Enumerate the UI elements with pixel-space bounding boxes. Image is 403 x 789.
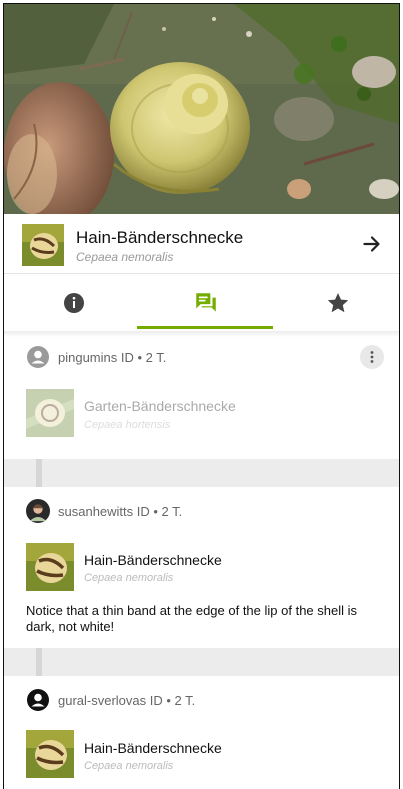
identification-thumbnail[interactable] — [26, 389, 74, 437]
identification-scientific-name: Cepaea hortensis — [84, 419, 171, 431]
more-vertical-icon — [370, 351, 374, 363]
person-circle-icon[interactable] — [26, 345, 50, 369]
activity-item-meta: gural-sverlovas ID • 2 T. — [4, 685, 195, 715]
activity-divider — [4, 459, 399, 487]
tab-info[interactable] — [8, 275, 140, 331]
active-tab-indicator — [137, 326, 273, 329]
activity-user-meta[interactable]: pingumins ID • 2 T. — [58, 350, 166, 365]
activity-divider — [4, 648, 399, 676]
identification-scientific-name: Cepaea nemoralis — [84, 572, 174, 584]
identification-scientific-name: Cepaea nemoralis — [84, 760, 174, 772]
chat-icon — [196, 293, 216, 312]
species-common-name: Hain-Bänderschnecke — [76, 228, 244, 247]
user-avatar[interactable] — [26, 499, 50, 523]
tabs-shadow — [4, 331, 399, 337]
species-thumbnail — [22, 224, 64, 266]
identification-common-name[interactable]: Hain-Bänderschnecke — [84, 740, 222, 756]
species-detail-arrow-icon[interactable] — [359, 231, 385, 257]
species-scientific-name: Cepaea nemoralis — [76, 250, 174, 264]
more-options-button[interactable] — [360, 345, 384, 369]
identification-thumbnail[interactable] — [26, 543, 74, 591]
tab-activity[interactable] — [140, 275, 272, 331]
comment-text: Notice that a thin band at the edge of t… — [26, 603, 357, 634]
info-icon — [64, 293, 84, 313]
identification-common-name[interactable]: Hain-Bänderschnecke — [84, 552, 222, 568]
observation-tabs — [4, 275, 399, 331]
person-circle-icon[interactable] — [26, 688, 50, 712]
identification-common-name[interactable]: Garten-Bänderschnecke — [84, 398, 236, 414]
activity-user-meta[interactable]: susanhewitts ID • 2 T. — [58, 504, 182, 519]
observation-photo[interactable] — [4, 4, 399, 214]
snail-photo-illustration — [4, 4, 399, 214]
identification-thumbnail[interactable] — [26, 730, 74, 778]
star-icon — [327, 293, 349, 313]
species-header[interactable]: Hain-Bänderschnecke Cepaea nemoralis — [4, 214, 399, 274]
activity-user-meta[interactable]: gural-sverlovas ID • 2 T. — [58, 693, 195, 708]
activity-item-meta: pingumins ID • 2 T. — [4, 342, 399, 372]
activity-item-meta: susanhewitts ID • 2 T. — [4, 496, 182, 526]
tab-favorites[interactable] — [272, 275, 403, 331]
